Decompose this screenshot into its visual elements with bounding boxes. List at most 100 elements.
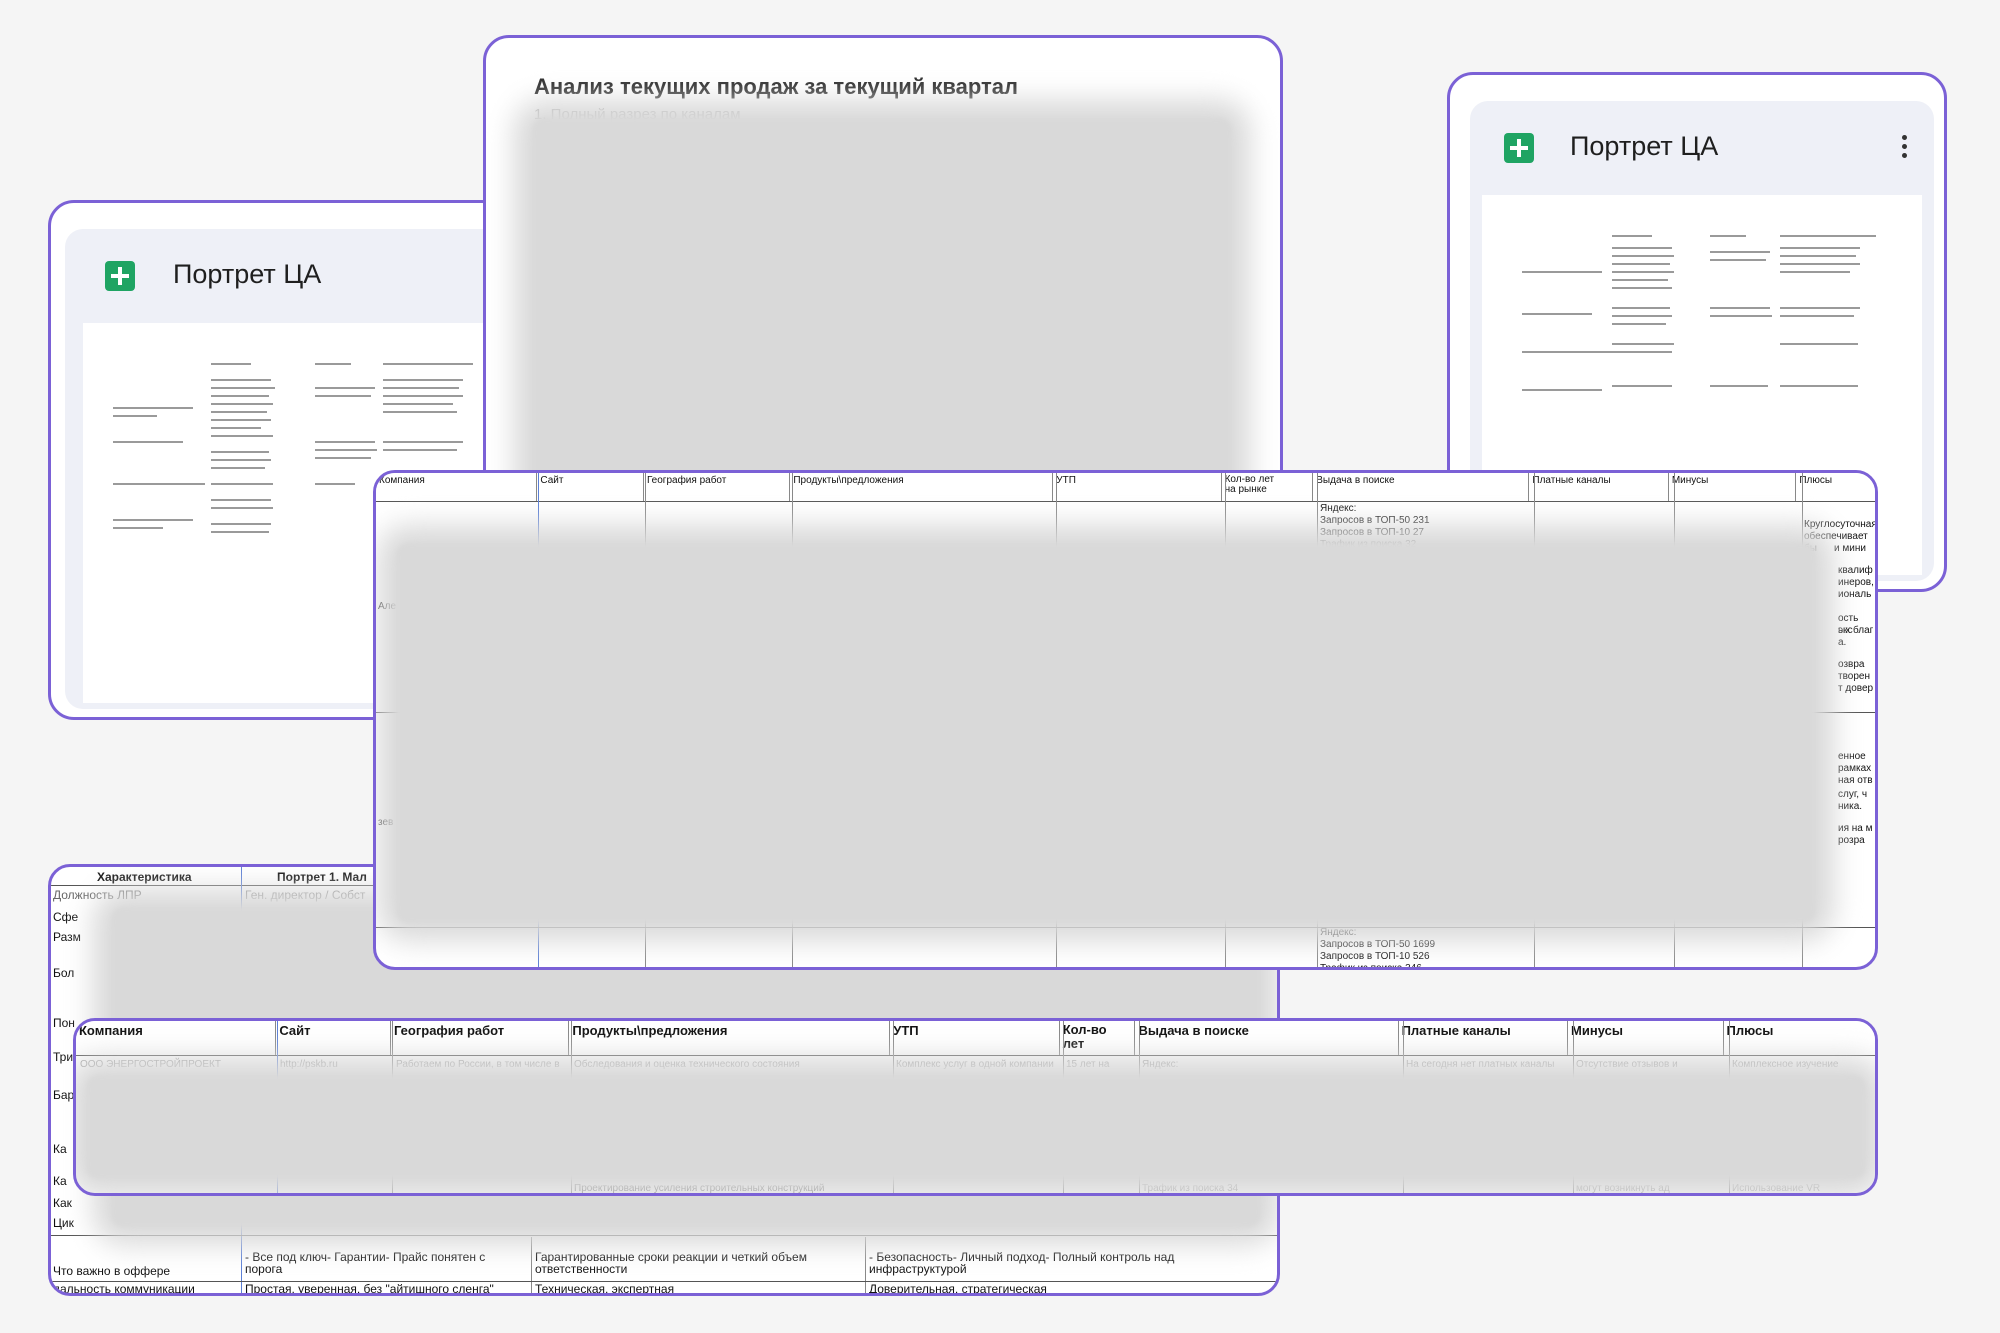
thumbnail-line [383, 363, 473, 365]
row-label: Как [53, 1196, 72, 1210]
table-header: Компания Сайт География работ Продукты\п… [376, 473, 1875, 502]
header-cons: Минусы [1568, 1021, 1724, 1055]
comm-cell-2: Техническая, экспертная [535, 1282, 675, 1296]
thumbnail-line [1612, 263, 1670, 265]
thumbnail-line [315, 363, 351, 365]
thumbnail-line [383, 449, 457, 451]
google-sheets-icon [105, 261, 135, 291]
thumbnail-line [1612, 343, 1674, 345]
header-years: Кол-во лет на рынке [1222, 473, 1314, 501]
header-products: Продукты\предложения [569, 1021, 891, 1055]
table-cell: ООО ЭНЕРГОСТРОЙПРОЕКТ [80, 1059, 221, 1070]
competitors-table-card[interactable]: Компания Сайт География работ Продукты\п… [373, 470, 1878, 970]
thumbnail-line [315, 457, 371, 459]
header-search: Выдача в поиске [1135, 1021, 1399, 1055]
thumbnail-line [1780, 263, 1860, 265]
thumbnail-line [1612, 287, 1672, 289]
row-label: Сфе [53, 910, 79, 924]
pros-text: иональ [1838, 589, 1872, 600]
competitors-table-card-2[interactable]: Компания Сайт География работ Продукты\п… [73, 1018, 1878, 1196]
thumbnail-line [113, 415, 157, 417]
thumbnail-line [315, 441, 375, 443]
row-divider [51, 1235, 1277, 1236]
header-paid: Платные каналы [1529, 473, 1669, 501]
thumbnail-line [211, 499, 271, 501]
thumbnail-line [1710, 385, 1768, 387]
pros-text: Круглосуточная [1804, 519, 1877, 530]
row-divider [376, 927, 1875, 928]
company-cell: зев [378, 817, 394, 828]
row-label: Ка [53, 1174, 67, 1188]
table-cell: могут возникнуть ад [1576, 1183, 1670, 1194]
thumbnail-line [211, 483, 273, 485]
thumbnail-line [383, 379, 463, 381]
thumbnail-line [1612, 255, 1674, 257]
pros-text: енное [1838, 751, 1866, 762]
thumbnail-line [211, 419, 271, 421]
header-site: Сайт [276, 1021, 391, 1055]
header-search: Выдача в поиске [1313, 473, 1530, 501]
thumbnail-line [113, 407, 193, 409]
pros-text: инеров, [1838, 577, 1874, 588]
pros-text: ника. [1838, 801, 1863, 812]
offer-cell-1: - Все под ключ- Гарантии- Прайс понятен … [245, 1250, 486, 1276]
pros-text: слуг, ч [1838, 789, 1868, 800]
thumbnail-line [211, 459, 271, 461]
table-cell: Использование VR [1732, 1183, 1821, 1194]
thumbnail-line [1710, 251, 1770, 253]
header-cons: Минусы [1669, 473, 1797, 501]
row-label: Пон [53, 1016, 75, 1030]
pros-text: ная отв [1838, 775, 1873, 786]
header-years: Кол-во лет на рынке [1060, 1021, 1136, 1055]
table-cell: Работаем по России, в том числе в [396, 1059, 560, 1070]
header-company: Компания [376, 473, 538, 501]
cell: Ген. директор / Собст [245, 888, 366, 902]
thumbnail-line [113, 519, 193, 521]
pros-text: квалиф [1838, 565, 1873, 576]
row-label: Разм [53, 930, 81, 944]
thumbnail-line [1710, 235, 1746, 237]
thumbnail-line [211, 435, 273, 437]
thumbnail-line [1612, 247, 1672, 249]
row-label: Цик [53, 1216, 74, 1230]
thumbnail-line [1612, 235, 1652, 237]
header-usp: УТП [1053, 473, 1222, 501]
thumbnail-line [1612, 271, 1674, 273]
table-cell: http://pskb.ru [280, 1059, 338, 1070]
thumbnail-line [211, 379, 271, 381]
offer-cell-2: Гарантированные сроки реакции и четкий о… [535, 1250, 807, 1276]
thumbnail-line [315, 395, 371, 397]
pros-text: а. [1838, 637, 1847, 648]
thumbnail-line [211, 531, 269, 533]
column-divider [531, 1237, 532, 1293]
header-paid: Платные каналы [1399, 1021, 1569, 1055]
thumbnail-line [113, 483, 205, 485]
table-cell: Обследования и оценка технического состо… [574, 1059, 800, 1070]
thumbnail-line [1612, 385, 1672, 387]
table-cell: Трафик из поиска 34 [1142, 1183, 1239, 1194]
row-label: Ка [53, 1142, 67, 1156]
thumbnail-line [1710, 315, 1772, 317]
thumbnail-line [1612, 279, 1668, 281]
header-pros: Плюсы [1726, 1023, 1774, 1038]
thumbnail-line [1612, 323, 1666, 325]
table-cell: Проектирование усиления строительных кон… [574, 1183, 825, 1194]
thumbnail-line [383, 403, 453, 405]
thumbnail-line [211, 395, 269, 397]
thumbnail-line [211, 427, 261, 429]
table-cell: 15 лет на [1066, 1059, 1110, 1070]
table-cell: Комплексное изучение [1732, 1059, 1839, 1070]
row-label: Три [53, 1050, 74, 1064]
doc-title: Анализ текущих продаж за текущий квартал [534, 74, 1019, 99]
blurred-content [86, 1075, 1866, 1179]
header-company: Компания [76, 1021, 277, 1055]
thumbnail-line [1780, 235, 1876, 237]
thumbnail-line [211, 387, 275, 389]
thumbnail-line [1780, 271, 1850, 273]
more-vert-icon[interactable] [1902, 135, 1908, 162]
table-cell: Отсутствие отзывов и [1576, 1059, 1678, 1070]
pros-text: и мини [1834, 543, 1866, 554]
header-geo: География работ [644, 473, 791, 501]
thumbnail-line [315, 483, 355, 485]
thumbnail-line [383, 441, 463, 443]
